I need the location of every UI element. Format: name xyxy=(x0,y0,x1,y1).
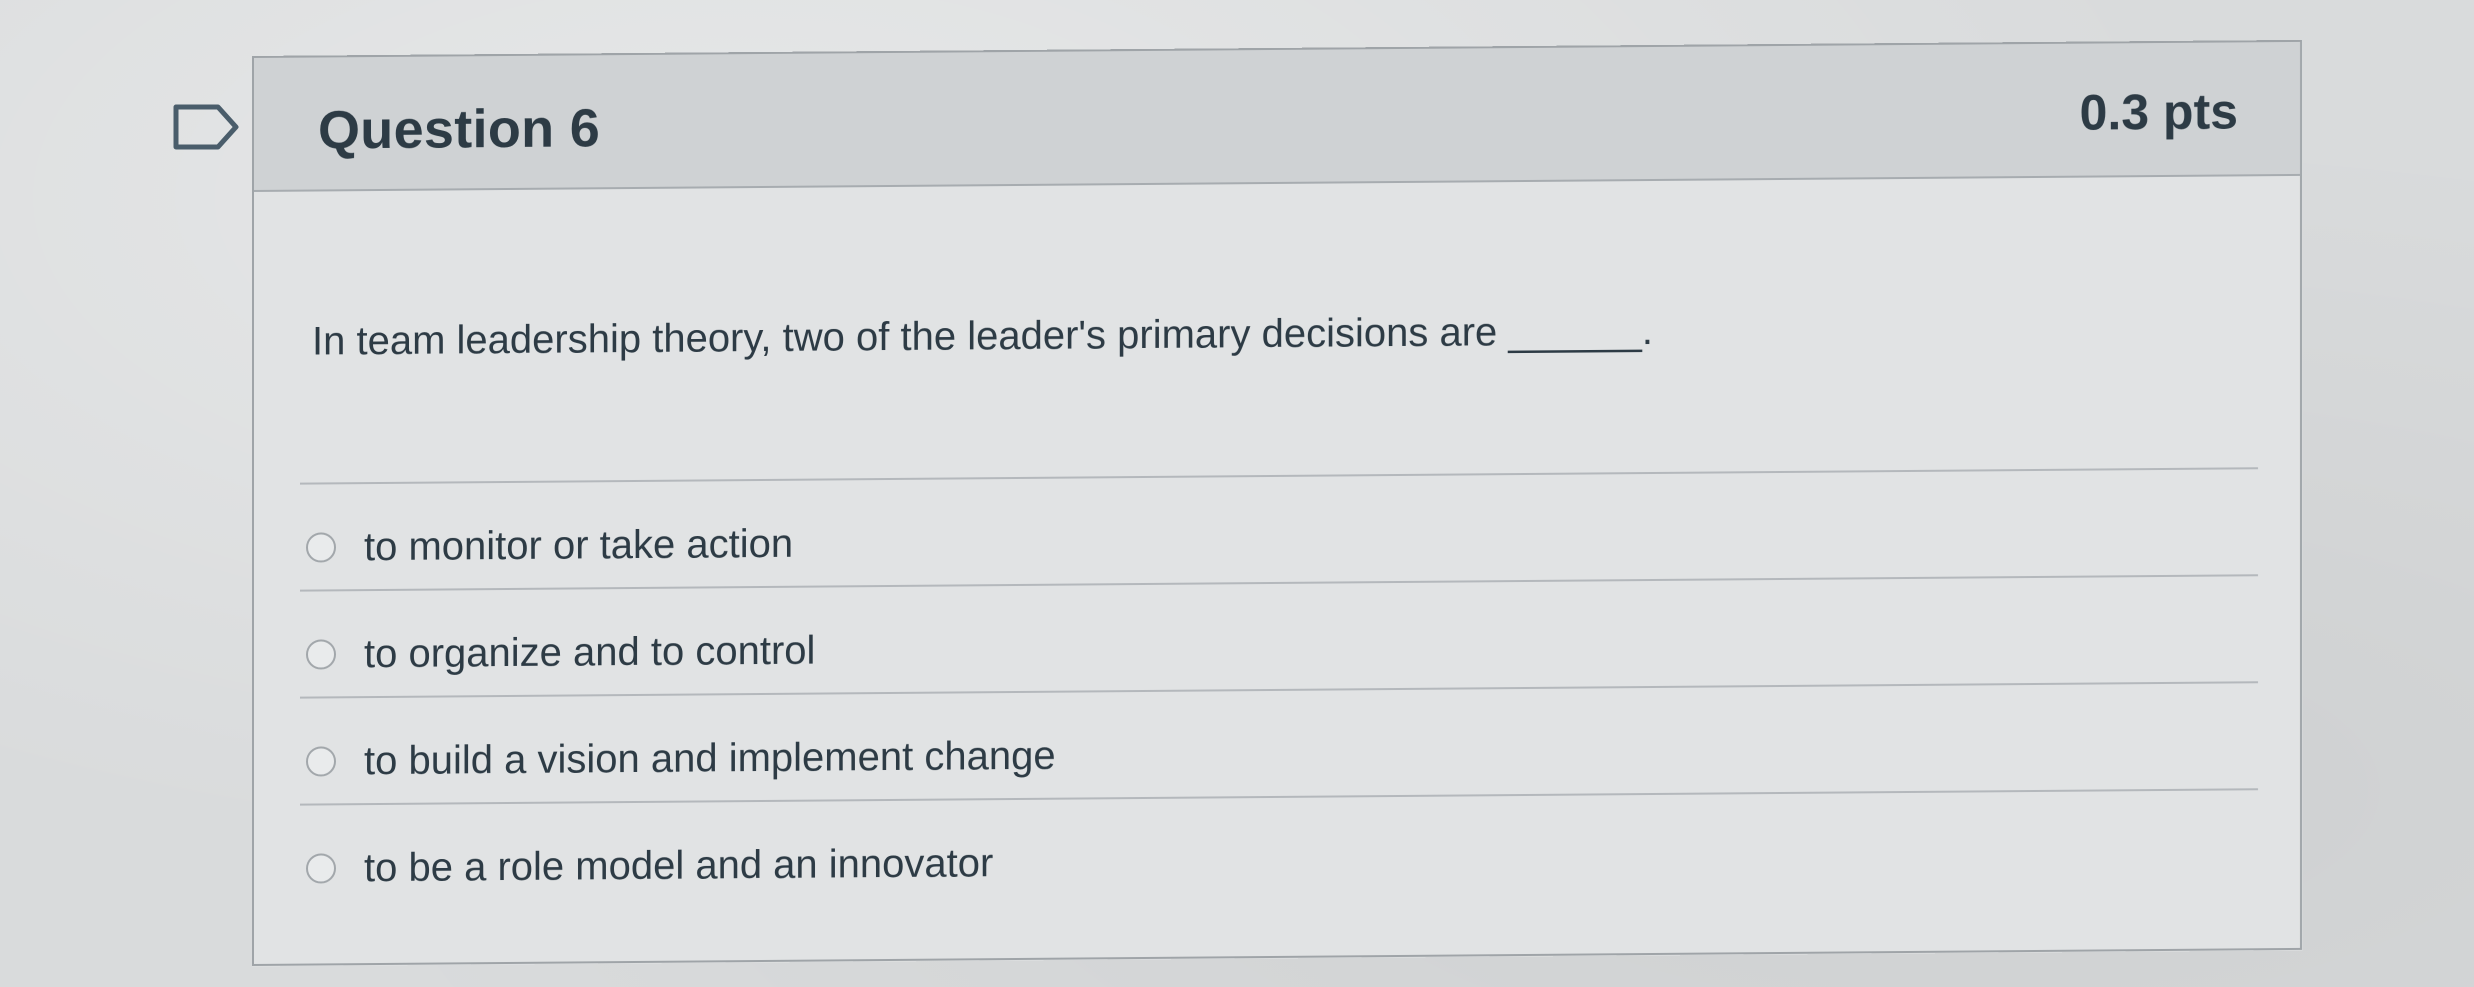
question-title: Question 6 xyxy=(318,98,601,161)
answer-option-4[interactable]: to be a role model and an innovator xyxy=(306,828,993,903)
radio-button[interactable] xyxy=(306,746,336,777)
question-header: Question 6 0.3 pts xyxy=(254,41,2300,192)
radio-button[interactable] xyxy=(306,639,336,670)
answer-option-2[interactable]: to organize and to control xyxy=(306,616,815,690)
answer-option-1[interactable]: to monitor or take action xyxy=(306,509,793,583)
answer-label: to organize and to control xyxy=(364,628,816,676)
answer-label: to monitor or take action xyxy=(364,521,794,569)
question-card: Question 6 0.3 pts In team leadership th… xyxy=(252,39,2302,967)
radio-button[interactable] xyxy=(306,532,336,563)
answer-option-3[interactable]: to build a vision and implement change xyxy=(306,721,1056,797)
answer-divider xyxy=(300,467,2258,485)
radio-button[interactable] xyxy=(306,853,336,884)
answer-label: to be a role model and an innovator xyxy=(364,840,994,890)
answer-label: to build a vision and implement change xyxy=(364,733,1056,783)
question-prompt: In team leadership theory, two of the le… xyxy=(312,308,1653,364)
flag-question-icon[interactable] xyxy=(172,103,240,151)
question-points: 0.3 pts xyxy=(2079,83,2238,141)
